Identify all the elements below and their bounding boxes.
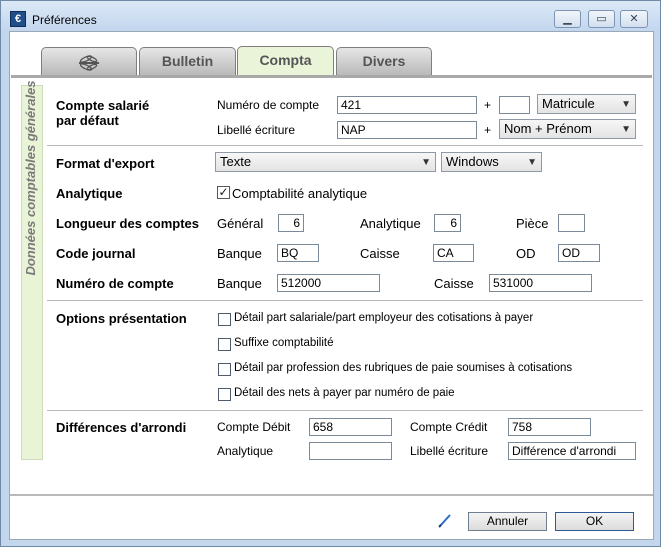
caisse-compte-input[interactable]: 531000 (489, 274, 592, 292)
format-export-value: Texte (220, 154, 252, 169)
compta-panel: Données comptables générales Compte sala… (11, 75, 652, 495)
longueur-comptes-label: Longueur des comptes (56, 216, 200, 231)
dialog-footer: Annuler OK (10, 494, 653, 539)
libelle-ecriture-label: Libellé écriture (217, 123, 296, 137)
chevron-down-icon: ▼ (621, 99, 631, 110)
comptabilite-analytique-checkbox[interactable]: ✓ (217, 186, 230, 199)
dragonfly-icon (79, 55, 99, 71)
caisse-compte-label: Caisse (434, 276, 474, 291)
suffixe-comptabilite-checkbox[interactable] (218, 338, 231, 351)
tab-divers[interactable]: Divers (336, 47, 432, 75)
numero-compte-input[interactable]: 421 (337, 96, 477, 114)
minimize-icon: ▁ (563, 13, 572, 25)
tab-bar: Bulletin Compta Divers (10, 32, 653, 76)
matricule-select-value: Matricule (542, 96, 595, 111)
arrondi-libelle-label: Libellé écriture (410, 444, 489, 458)
nom-prenom-select-value: Nom + Prénom (504, 121, 592, 136)
compte-debit-input[interactable]: 658 (309, 418, 392, 436)
tab-general[interactable] (41, 47, 137, 75)
close-button[interactable]: ✕ (620, 10, 648, 28)
banque-compte-input[interactable]: 512000 (277, 274, 380, 292)
caisse-journal-input[interactable]: CA (433, 244, 474, 262)
check-icon: ✓ (218, 185, 229, 199)
format-export-select[interactable]: Texte ▼ (215, 152, 436, 172)
dialog-client: Bulletin Compta Divers Données comptable… (9, 31, 654, 540)
banque-journal-input[interactable]: BQ (277, 244, 319, 262)
compte-debit-label: Compte Débit (217, 420, 291, 434)
chevron-down-icon: ▼ (621, 124, 631, 135)
maximize-button[interactable]: ▭ (588, 10, 615, 28)
compte-salarie-label: Compte salarié (56, 98, 150, 113)
general-length-input[interactable]: 6 (278, 214, 304, 232)
analytique-length-input[interactable]: 6 (434, 214, 461, 232)
comptabilite-analytique-label: Comptabilité analytique (232, 186, 368, 201)
plus-sign: + (484, 98, 492, 112)
analytique-length-label: Analytique (360, 216, 421, 231)
detail-part-checkbox[interactable] (218, 313, 231, 326)
options-presentation-label: Options présentation (56, 311, 187, 326)
section-vertical-label: Données comptables générales (23, 80, 38, 276)
minimize-button[interactable]: ▁ (554, 10, 581, 28)
libelle-ecriture-input[interactable]: NAP (337, 121, 477, 139)
compte-suffix-input[interactable] (499, 96, 530, 114)
separator (47, 410, 643, 411)
separator (47, 300, 643, 301)
od-journal-label: OD (516, 246, 536, 261)
arrondi-analytique-input[interactable] (309, 442, 392, 460)
arrondi-libelle-input[interactable]: Différence d'arrondi (508, 442, 636, 460)
detail-nets-label: Détail des nets à payer par numéro de pa… (234, 387, 455, 399)
general-label: Général (217, 216, 264, 231)
chevron-down-icon: ▼ (421, 157, 431, 168)
format-export-label: Format d'export (56, 156, 155, 171)
window-title: Préférences (32, 13, 97, 27)
system-select[interactable]: Windows ▼ (441, 152, 542, 172)
od-journal-input[interactable]: OD (558, 244, 600, 262)
detail-profession-label: Détail par profession des rubriques de p… (234, 362, 573, 374)
chevron-down-icon: ▼ (527, 157, 537, 168)
detail-profession-checkbox[interactable] (218, 363, 231, 376)
par-defaut-label: par défaut (56, 113, 119, 128)
compte-credit-label: Compte Crédit (410, 420, 488, 434)
banque-compte-label: Banque (217, 276, 262, 291)
separator (47, 145, 643, 146)
differences-arrondi-label: Différences d'arrondi (56, 420, 187, 435)
caisse-journal-label: Caisse (360, 246, 400, 261)
nom-prenom-select[interactable]: Nom + Prénom ▼ (499, 119, 636, 139)
plus-sign: + (484, 123, 492, 137)
cancel-button[interactable]: Annuler (468, 512, 547, 531)
system-value: Windows (446, 154, 499, 169)
title-bar[interactable]: € Préférences ▁ ▭ ✕ (1, 1, 660, 31)
tab-bulletin[interactable]: Bulletin (139, 47, 236, 75)
piece-length-input[interactable] (558, 214, 585, 232)
arrondi-analytique-label: Analytique (217, 444, 274, 458)
banque-journal-label: Banque (217, 246, 262, 261)
suffixe-comptabilite-label: Suffixe comptabilité (234, 337, 334, 349)
detail-nets-checkbox[interactable] (218, 388, 231, 401)
matricule-select[interactable]: Matricule ▼ (537, 94, 636, 114)
pen-icon[interactable] (437, 512, 453, 528)
analytique-label: Analytique (56, 186, 123, 201)
detail-part-label: Détail part salariale/part employeur des… (234, 312, 534, 324)
piece-label: Pièce (516, 216, 549, 231)
tab-compta[interactable]: Compta (237, 46, 334, 76)
app-icon: € (10, 11, 26, 27)
close-icon: ✕ (629, 13, 639, 25)
compte-credit-input[interactable]: 758 (508, 418, 591, 436)
numero-compte-section-label: Numéro de compte (56, 276, 174, 291)
preferences-window: € Préférences ▁ ▭ ✕ Bulletin Compta Dive… (0, 0, 661, 547)
code-journal-label: Code journal (56, 246, 136, 261)
maximize-icon: ▭ (596, 13, 607, 25)
ok-button[interactable]: OK (555, 512, 634, 531)
numero-compte-label: Numéro de compte (217, 98, 320, 112)
